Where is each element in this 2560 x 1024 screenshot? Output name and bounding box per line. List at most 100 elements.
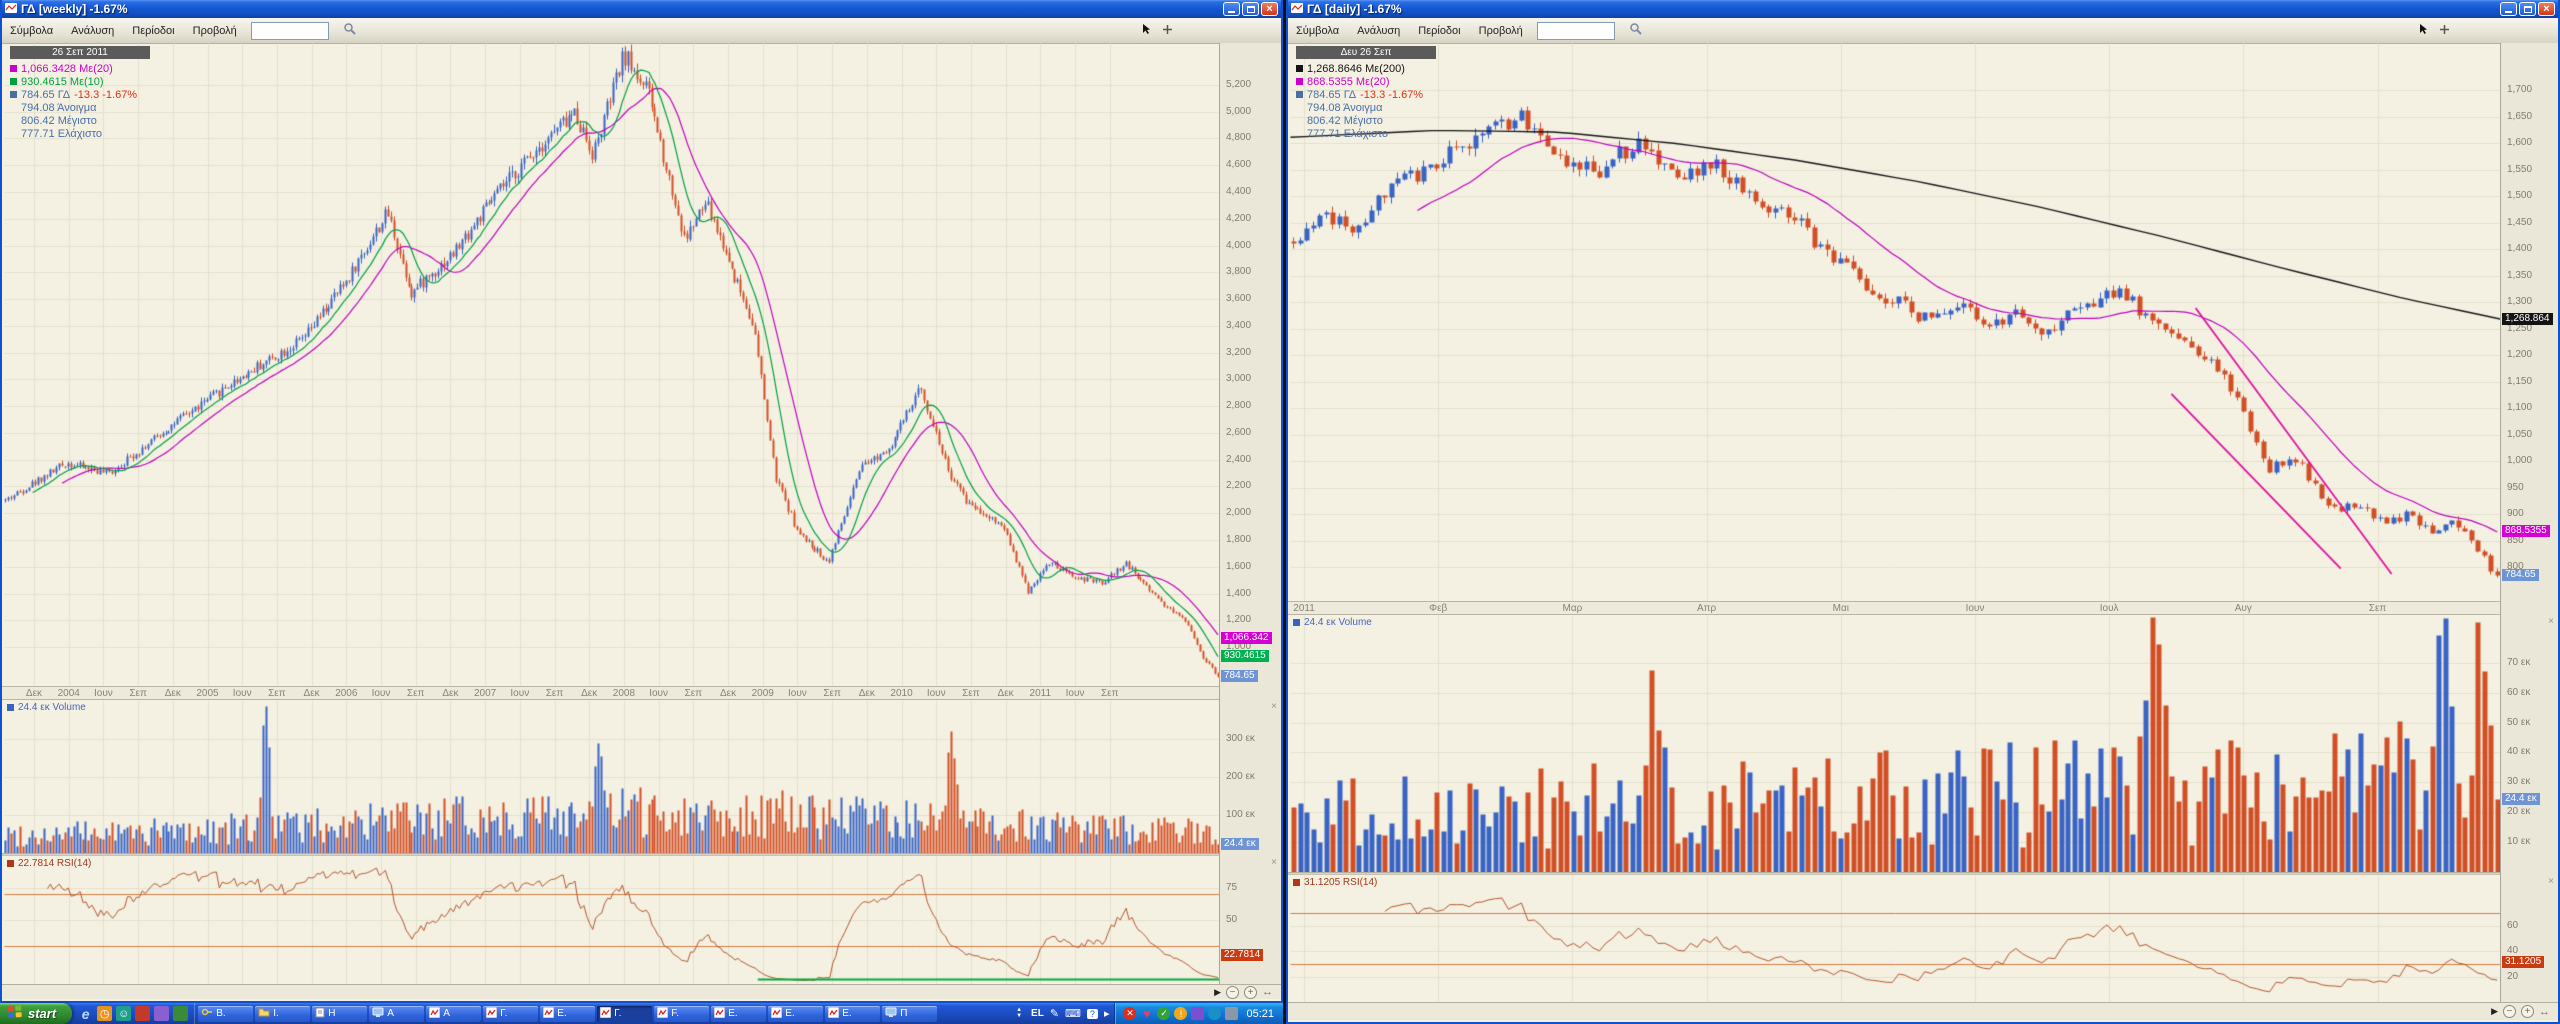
task-button[interactable]: Η [312,1006,367,1022]
task-button[interactable]: Α [426,1006,481,1022]
task-button[interactable]: Γ. [483,1006,538,1022]
clock-icon[interactable]: ◷ [97,1006,112,1021]
task-button[interactable]: Γ. [597,1006,652,1022]
messenger-icon[interactable]: ☺ [116,1006,131,1021]
price-tick-label: 5,000 [1226,106,1251,117]
spacer [10,117,17,124]
task-button-label: Β. [216,1008,225,1019]
legend-series-row: 784.65 ΓΔ-13.3 -1.67% [1296,88,1436,101]
ie-icon[interactable]: e [78,1006,93,1021]
keyboard-icon[interactable]: ⌨ [1065,1007,1081,1020]
close-volume-panel-icon[interactable]: × [1271,702,1277,711]
price-tick-label: 3,600 [1226,293,1251,304]
last-value-box: 784.65 [1221,670,1258,682]
chart-scroll-bar: ▶−+ ↔ [2,984,1281,999]
close-volume-panel-icon[interactable]: × [2548,617,2554,626]
task-button[interactable]: Ε. [825,1006,880,1022]
arrow-icon[interactable]: ▸ [1104,1007,1110,1020]
time-axis-label: Ιουλ [2091,603,2127,614]
rsi-tick-label: 40 [2507,945,2518,956]
zoom-out-button[interactable]: − [1226,986,1239,999]
price-tick-label: 1,600 [2507,137,2532,148]
browser-icon[interactable] [173,1006,188,1021]
chart-icon [486,1007,497,1021]
time-axis-label: Σεπ [953,688,989,699]
price-tick-label: 1,350 [2507,270,2532,281]
volume-tick-label: 30 εκ [2507,776,2530,787]
scroll-end-icon[interactable]: ▶ [2491,1006,2498,1017]
price-tick-label: 2,000 [1226,507,1251,518]
app-icon[interactable] [1191,1007,1204,1020]
time-axis-label: 2008 [606,688,642,699]
task-button[interactable]: Ε. [711,1006,766,1022]
rsi-tick-label: 50 [1226,914,1237,925]
rsi-chart-canvas[interactable] [4,856,1219,984]
price-tick-label: 1,700 [2507,84,2532,95]
legend-series-row: 930.4615 Με(10) [10,75,150,88]
price-tick-label: 1,550 [2507,164,2532,175]
zoom-out-button[interactable]: − [2503,1005,2516,1018]
price-tick-label: 1,200 [1226,614,1251,625]
series-color-swatch [10,65,17,72]
legend-series-row: 1,066.3428 Με(20) [10,62,150,75]
price-chart-canvas[interactable] [4,43,1219,686]
rsi-value-box: 31.1205 [2502,956,2544,968]
time-axis-label: Σεπ [537,688,573,699]
time-axis-label: 2009 [745,688,781,699]
time-axis-label: Ιουν [641,688,677,699]
task-button[interactable]: Ι. [255,1006,310,1022]
fit-width-button[interactable]: ↔ [1262,986,1273,998]
update-icon[interactable]: ! [1174,1007,1187,1020]
task-button[interactable]: Α [369,1006,424,1022]
price-tick-label: 1,050 [2507,429,2532,440]
legend-ohlc-row: 794.08 Άνοιγμα [1296,101,1436,114]
close-rsi-panel-icon[interactable]: × [1271,858,1277,867]
time-axis-label: 2011 [1286,603,1322,614]
fit-width-button[interactable]: ↔ [2539,1006,2550,1018]
task-button[interactable]: Ε. [768,1006,823,1022]
mail-icon[interactable] [154,1006,169,1021]
blocked-icon[interactable]: ✕ [1123,1007,1136,1020]
task-button[interactable]: Π [882,1006,937,1022]
ohlc-value-label: 777.71 Ελάχιστο [21,128,102,140]
task-button-label: Ε. [785,1008,794,1019]
series-change-label: -13.3 -1.67% [1360,89,1423,101]
zoom-in-button[interactable]: + [1244,986,1257,999]
time-axis-label: Σεπ [259,688,295,699]
rsi-chart-canvas[interactable] [1290,875,2500,1002]
task-button[interactable]: Ε. [540,1006,595,1022]
task-button[interactable]: Β. [198,1006,253,1022]
taskbar-scroll-buttons[interactable]: ▲▼ [1012,1003,1026,1024]
close-rsi-panel-icon[interactable]: × [2548,877,2554,886]
start-button[interactable]: start [0,1003,72,1024]
language-indicator[interactable]: EL [1031,1008,1044,1019]
time-axis-label: 2007 [467,688,503,699]
rsi-header-label: 31.1205 RSI(14) [1304,877,1377,888]
chart-icon [600,1007,611,1021]
time-axis-label: 2006 [328,688,364,699]
antivirus-icon[interactable]: ✓ [1157,1007,1170,1020]
network-icon[interactable] [1208,1007,1221,1020]
scroll-end-icon[interactable]: ▶ [1214,987,1221,998]
computer-icon[interactable] [1225,1007,1238,1020]
rsi-panel-header: 22.7814 RSI(14) [7,858,91,869]
legend-series-row: 868.5355 Με(20) [1296,75,1436,88]
time-axis-label: 2010 [884,688,920,699]
time-axis-label: Ιουν [918,688,954,699]
task-button[interactable]: F. [654,1006,709,1022]
spacer [1296,130,1303,137]
price-chart-canvas[interactable] [1290,43,2500,601]
series-value-label: 1,066.3428 Με(20) [21,63,113,75]
volume-chart-canvas[interactable] [4,700,1219,853]
volume-chart-canvas[interactable] [1290,615,2500,872]
time-axis-label: Δεκ [710,688,746,699]
heart-icon[interactable]: ♥ [1140,1007,1153,1020]
media-icon[interactable] [135,1006,150,1021]
pencil-icon[interactable]: ✎ [1050,1007,1059,1020]
help-icon[interactable]: ? [1087,1009,1098,1019]
zoom-in-button[interactable]: + [2521,1005,2534,1018]
legend-ohlc-row: 806.42 Μέγιστο [10,114,150,127]
price-tick-label: 950 [2507,482,2524,493]
window-daily-chart: ΓΔ [daily] -1.67% × ΣύμβολαΑνάλυσηΠερίοδ… [1286,0,2560,1024]
price-tick-label: 1,100 [2507,402,2532,413]
